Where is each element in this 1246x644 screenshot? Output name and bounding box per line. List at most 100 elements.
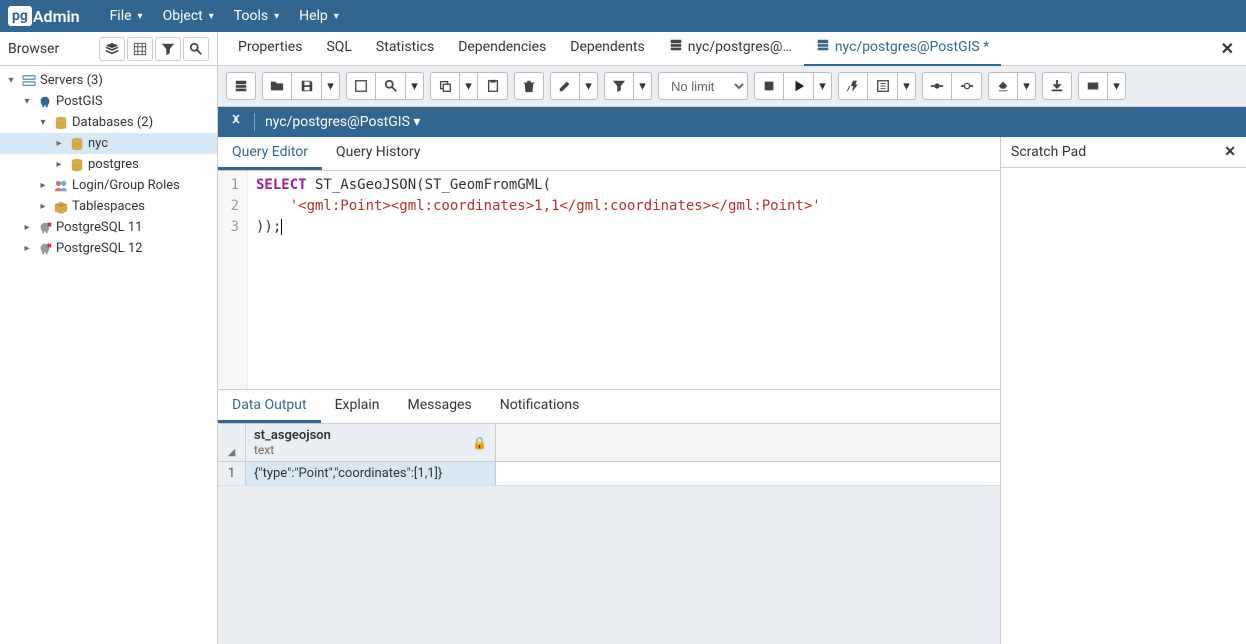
tb-open-icon[interactable] [262, 72, 292, 100]
menu-object[interactable]: Object [153, 2, 224, 30]
tab-properties[interactable]: Properties [226, 31, 314, 66]
lock-icon: 🔒 [472, 436, 487, 450]
code-content[interactable]: SELECT ST_AsGeoJSON(ST_GeomFromGML( '<gm… [248, 171, 1000, 389]
tb-find-dropdown[interactable]: ▾ [406, 72, 424, 100]
tab-dependencies[interactable]: Dependencies [446, 31, 558, 66]
tab-query-2[interactable]: nyc/postgres@PostGIS * [804, 30, 1001, 67]
tab-dependents[interactable]: Dependents [558, 31, 656, 66]
browser-tool-filter[interactable] [155, 37, 181, 61]
logo-prefix: pg [8, 6, 32, 26]
browser-header: Browser [0, 32, 217, 66]
scratch-header: Scratch Pad ✕ [1001, 137, 1246, 168]
editor-left: Query Editor Query History 123 SELECT ST… [218, 137, 1001, 644]
tb-macro-icon[interactable] [1078, 72, 1108, 100]
tb-paste-icon[interactable] [478, 72, 508, 100]
menu-help[interactable]: Help [289, 2, 349, 30]
tb-copy-dropdown[interactable]: ▾ [460, 72, 478, 100]
tb-copy-icon[interactable] [430, 72, 460, 100]
tb-explain-icon[interactable] [838, 72, 868, 100]
menubar: pg Admin File Object Tools Help [0, 0, 1246, 32]
tab-close-button[interactable]: ✕ [1209, 33, 1246, 64]
tb-stop-icon[interactable] [754, 72, 784, 100]
tree-nyc[interactable]: ▸nyc [0, 133, 217, 154]
servers-icon [22, 74, 36, 88]
menu-file[interactable]: File [100, 2, 153, 30]
tb-clear-dropdown[interactable]: ▾ [1018, 72, 1036, 100]
tab-statistics[interactable]: Statistics [364, 31, 446, 66]
tab-query-editor[interactable]: Query Editor [218, 137, 322, 170]
tab-data-output[interactable]: Data Output [218, 390, 321, 423]
app-logo: pg Admin [8, 6, 80, 26]
tab-query-1[interactable]: nyc/postgres@… [657, 30, 804, 67]
browser-tool-grid[interactable] [127, 37, 153, 61]
tb-edit2-dropdown[interactable]: ▾ [580, 72, 598, 100]
scratch-body[interactable] [1001, 168, 1246, 644]
tb-clear-icon[interactable] [988, 72, 1018, 100]
grid-corner[interactable]: ◢ [218, 424, 246, 461]
sidebar: Browser ▾Servers (3) ▾PostGIS ▾Databases… [0, 32, 218, 644]
tb-explain-dropdown[interactable]: ▾ [898, 72, 916, 100]
tb-save-icon[interactable] [292, 72, 322, 100]
tree-servers[interactable]: ▾Servers (3) [0, 70, 217, 91]
tab-messages[interactable]: Messages [393, 390, 485, 423]
tb-edit-icon[interactable] [346, 72, 376, 100]
query-toolbar: ▾ ▾ ▾ ▾ ▾ No limit [218, 66, 1246, 107]
connection-label[interactable]: nyc/postgres@PostGIS ▾ [265, 114, 420, 130]
grid-header: ◢ st_asgeojson text 🔒 [218, 424, 1000, 462]
tb-filter-icon[interactable] [604, 72, 634, 100]
tb-filter-dropdown[interactable]: ▾ [634, 72, 652, 100]
scratch-close-icon[interactable]: ✕ [1224, 144, 1236, 160]
code-editor[interactable]: 123 SELECT ST_AsGeoJSON(ST_GeomFromGML( … [218, 171, 1000, 389]
tree-login-roles[interactable]: ▸Login/Group Roles [0, 175, 217, 196]
tb-limit-select[interactable]: No limit [658, 72, 748, 100]
tb-save-dropdown[interactable]: ▾ [322, 72, 340, 100]
content-area: Properties SQL Statistics Dependencies D… [218, 32, 1246, 644]
tree-pg12[interactable]: ▸PostgreSQL 12 [0, 238, 217, 259]
query-tool-icon [816, 38, 830, 56]
tab-query-history[interactable]: Query History [322, 137, 434, 170]
editor-area: Query Editor Query History 123 SELECT ST… [218, 137, 1246, 644]
tb-explain-analyze-icon[interactable] [868, 72, 898, 100]
tb-new-icon[interactable] [226, 72, 256, 100]
tree-postgis[interactable]: ▾PostGIS [0, 91, 217, 112]
scratch-title: Scratch Pad [1011, 144, 1086, 160]
tab-notifications[interactable]: Notifications [486, 390, 594, 423]
tab-explain[interactable]: Explain [321, 390, 394, 423]
tab-sql[interactable]: SQL [314, 31, 363, 66]
grid-cell[interactable]: {"type":"Point","coordinates":[1,1]} [246, 462, 496, 485]
result-grid: ◢ st_asgeojson text 🔒 1 {"typ [218, 424, 1000, 486]
tree-pg11[interactable]: ▸PostgreSQL 11 [0, 217, 217, 238]
tb-download-icon[interactable] [1042, 72, 1072, 100]
object-tree: ▾Servers (3) ▾PostGIS ▾Databases (2) ▸ny… [0, 66, 217, 644]
database-icon [70, 137, 84, 151]
menu-tools[interactable]: Tools [224, 2, 289, 30]
tree-databases[interactable]: ▾Databases (2) [0, 112, 217, 133]
roles-icon [54, 179, 68, 193]
tb-execute-dropdown[interactable]: ▾ [814, 72, 832, 100]
connection-bar: nyc/postgres@PostGIS ▾ [218, 107, 1246, 137]
query-tool-icon [669, 38, 683, 56]
tb-find-icon[interactable] [376, 72, 406, 100]
server-disconnected-icon [38, 242, 52, 256]
tb-macro-dropdown[interactable]: ▾ [1108, 72, 1126, 100]
output-tabs: Data Output Explain Messages Notificatio… [218, 390, 1000, 424]
tb-edit2-icon[interactable] [550, 72, 580, 100]
browser-tool-layers[interactable] [99, 37, 125, 61]
grid-row-1[interactable]: 1 {"type":"Point","coordinates":[1,1]} [218, 462, 1000, 486]
tb-execute-icon[interactable] [784, 72, 814, 100]
tree-postgres[interactable]: ▸postgres [0, 154, 217, 175]
server-disconnected-icon [38, 221, 52, 235]
database-icon [54, 116, 68, 130]
elephant-icon [38, 95, 52, 109]
tree-tablespaces[interactable]: ▸Tablespaces [0, 196, 217, 217]
database-icon [70, 158, 84, 172]
tb-delete-icon[interactable] [514, 72, 544, 100]
browser-tool-search[interactable] [183, 37, 209, 61]
output-area: Data Output Explain Messages Notificatio… [218, 389, 1000, 644]
tb-rollback-icon[interactable] [952, 72, 982, 100]
browser-tools [99, 37, 209, 61]
grid-row-number: 1 [218, 462, 246, 485]
logo-text: Admin [33, 7, 80, 26]
tb-commit-icon[interactable] [922, 72, 952, 100]
grid-col-header[interactable]: st_asgeojson text 🔒 [246, 424, 496, 461]
